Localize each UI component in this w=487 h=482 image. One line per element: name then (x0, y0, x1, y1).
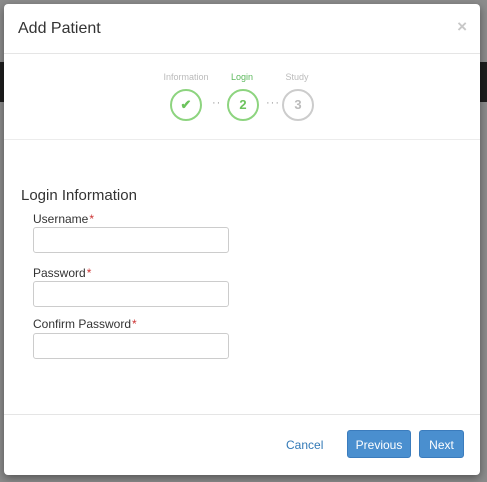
password-input[interactable] (33, 281, 229, 307)
required-mark: * (132, 317, 137, 331)
confirm-password-input[interactable] (33, 333, 229, 359)
modal-title: Add Patient (18, 20, 101, 37)
password-label-text: Password (33, 266, 86, 280)
modal-footer-divider (4, 414, 480, 415)
required-mark: * (89, 212, 95, 226)
close-icon[interactable]: × (457, 17, 467, 37)
username-label: Username* (33, 212, 94, 226)
cancel-button[interactable]: Cancel (286, 438, 323, 452)
add-patient-modal: Add Patient × Information ✔ ·· Login 2 ·… (4, 4, 480, 475)
step-information-check-icon[interactable]: ✔ (170, 89, 202, 121)
step-study-circle[interactable]: 3 (282, 89, 314, 121)
step-separator-1: ·· (212, 97, 222, 109)
username-input[interactable] (33, 227, 229, 253)
step-study-label: Study (285, 72, 309, 82)
password-label: Password* (33, 266, 91, 280)
next-button[interactable]: Next (419, 430, 464, 458)
username-label-text: Username (33, 212, 89, 226)
wizard-steps: Information ✔ ·· Login 2 ··· Study 3 (4, 53, 480, 140)
confirm-password-label-text: Confirm Password (33, 317, 132, 331)
section-title: Login Information (21, 187, 137, 204)
step-login-circle[interactable]: 2 (227, 89, 259, 121)
step-separator-2: ··· (266, 97, 280, 109)
previous-button[interactable]: Previous (347, 430, 411, 458)
modal-header: Add Patient × (4, 4, 480, 54)
confirm-password-label: Confirm Password* (33, 317, 137, 331)
required-mark: * (86, 266, 92, 280)
